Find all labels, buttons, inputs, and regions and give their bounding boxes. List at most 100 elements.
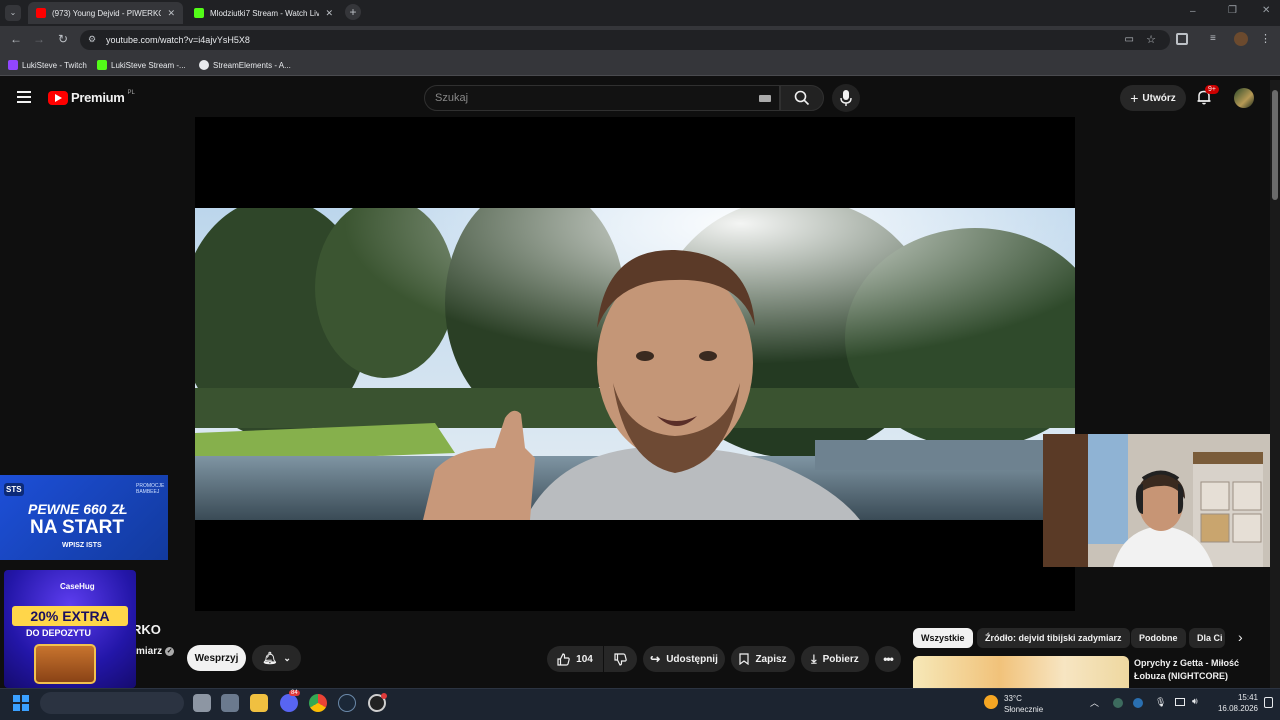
like-count: 104 [576,653,593,665]
logo-region: PL [127,89,135,96]
taskbar-search-box[interactable] [40,692,184,714]
casehug-ad-overlay: CaseHug 20% EXTRA DO DEPOZYTU [4,570,136,688]
subscription-bell-button[interactable]: 🔔︎ ⌄ [252,645,301,671]
extensions-icon[interactable] [1176,33,1188,45]
profile-avatar[interactable] [1234,32,1248,46]
restore-icon[interactable]: ❐ [1228,5,1237,16]
logo-text: Premium [71,90,125,105]
casehug-logo: CaseHug [60,582,95,591]
reading-list-icon[interactable]: ≡ [1210,33,1216,44]
clock[interactable]: 15:41 16.08.2026 [1210,692,1258,714]
notifications-button[interactable]: 9+ [1196,85,1219,107]
taskbar [0,688,1280,720]
tray-display-icon[interactable] [1175,698,1185,706]
tab-kick[interactable]: Mlodziutki7 Stream - Watch Liv ✕ [186,2,341,24]
bookmark-icon [739,653,750,665]
bookmark-item[interactable]: StreamElements - A... [199,58,291,72]
site-info-icon[interactable]: ⚙ [88,34,96,45]
verified-icon: ✓ [165,647,175,656]
task-view-icon[interactable] [193,694,211,712]
youtube-favicon-icon [36,8,46,18]
bookmark-star-icon[interactable]: ☆ [1146,33,1156,46]
chip-similar[interactable]: Podobne [1131,628,1186,648]
twitch-icon [8,60,18,70]
create-button[interactable]: + Utwórz [1120,85,1186,111]
browser-tab-bar: ⌄ (973) Young Dejvid - PIWERKO ✕ Mlodziu… [0,0,1280,26]
channel-name[interactable]: miarz ✓ [136,646,175,657]
tab-youtube[interactable]: (973) Young Dejvid - PIWERKO ✕ [28,2,183,24]
plus-icon: + [1130,90,1139,106]
tray-app-icon[interactable] [1113,698,1123,708]
window-close-icon[interactable]: ✕ [1262,5,1270,16]
voice-search-button[interactable] [832,84,860,112]
video-frame[interactable] [195,208,1075,520]
discord-icon[interactable]: 84 [280,690,300,712]
bell-icon: 🔔︎ [262,651,278,665]
menu-icon[interactable] [17,91,31,103]
new-tab-button[interactable]: + [345,4,361,20]
keyboard-icon[interactable] [759,95,771,102]
search-button[interactable] [780,85,824,111]
streamelements-icon [199,60,209,70]
chevron-down-icon: ⌄ [283,652,291,663]
chrome-icon[interactable] [309,694,327,712]
tray-mic-icon[interactable]: 🎙︎ [1155,697,1166,708]
sts-logo: STS [4,483,24,496]
download-button[interactable]: ⤓ Pobierz [801,646,869,672]
tray-chevron-icon[interactable]: ︿ [1090,696,1099,709]
account-avatar[interactable] [1234,88,1254,108]
youtube-play-icon [48,90,68,105]
tab-search-button[interactable]: ⌄ [5,5,21,21]
chip-for-you[interactable]: Dla Ci [1189,628,1225,648]
recommended-title[interactable]: Oprychy z Getta - Miłość Łobuza (NIGHTCO… [1134,657,1239,683]
obs-icon[interactable] [368,693,387,712]
close-tab-icon[interactable]: ✕ [167,8,175,19]
close-tab-icon[interactable]: ✕ [325,8,333,19]
sts-ad-overlay: STS PROMOCJE BAMBEEJ PEWNE 660 ZŁ NA STA… [0,475,168,560]
dislike-button[interactable] [604,646,637,672]
thumb-down-icon [614,652,627,666]
url-text: youtube.com/watch?v=i4ajvYsH5X8 [106,35,250,45]
minimize-icon[interactable]: – [1190,6,1196,17]
search-input[interactable]: Szukaj [424,85,780,111]
share-icon: ↪ [650,652,661,666]
back-icon[interactable]: ← [8,32,24,46]
steam-icon[interactable] [338,694,356,712]
reload-icon[interactable]: ↻ [55,32,71,46]
support-button[interactable]: Wesprzyj [187,645,246,671]
like-button[interactable]: 104 [547,646,603,672]
forward-icon[interactable]: → [31,32,47,46]
bookmark-item[interactable]: LukiSteve Stream -... [97,58,186,72]
cast-icon[interactable]: ▭ [1125,34,1134,45]
more-actions-button[interactable]: ••• [875,646,901,672]
kick-favicon-icon [194,8,204,18]
tray-volume-icon[interactable]: 🔊︎ [1192,696,1198,707]
file-explorer-icon[interactable] [250,694,268,712]
microphone-icon [840,90,852,106]
video-title: RKO [132,622,161,637]
youtube-logo[interactable]: Premium PL [48,90,135,105]
chevron-right-icon[interactable]: › [1238,629,1243,645]
kick-icon [97,60,107,70]
share-button[interactable]: ↪ Udostępnij [643,646,725,672]
download-icon: ⤓ [811,651,817,666]
notification-badge: 9+ [1205,85,1219,94]
more-icon: ••• [883,652,894,666]
bookmark-item[interactable]: LukiSteve - Twitch [8,58,87,72]
bookmarks-bar [0,54,1280,76]
weather-widget[interactable]: 33°C Słonecznie [1004,693,1043,715]
recommended-thumbnail[interactable] [913,656,1129,688]
thumb-up-icon [557,652,570,666]
browser-menu-icon[interactable]: ⋮ [1260,32,1271,45]
chip-source[interactable]: Źródło: dejvid tibijski zadymiarz [977,628,1130,648]
discord-badge: 84 [289,690,300,696]
tray-steam-icon[interactable] [1133,698,1143,708]
page-scrollbar[interactable] [1270,80,1280,688]
notification-center-icon[interactable] [1264,697,1273,708]
chip-all[interactable]: Wszystkie [913,628,973,648]
save-button[interactable]: Zapisz [731,646,795,672]
snipping-tool-icon[interactable] [221,694,239,712]
weather-icon[interactable] [984,695,998,709]
address-bar[interactable]: ⚙ youtube.com/watch?v=i4ajvYsH5X8 ▭ ☆ [80,30,1170,50]
windows-start-icon[interactable] [13,695,29,711]
